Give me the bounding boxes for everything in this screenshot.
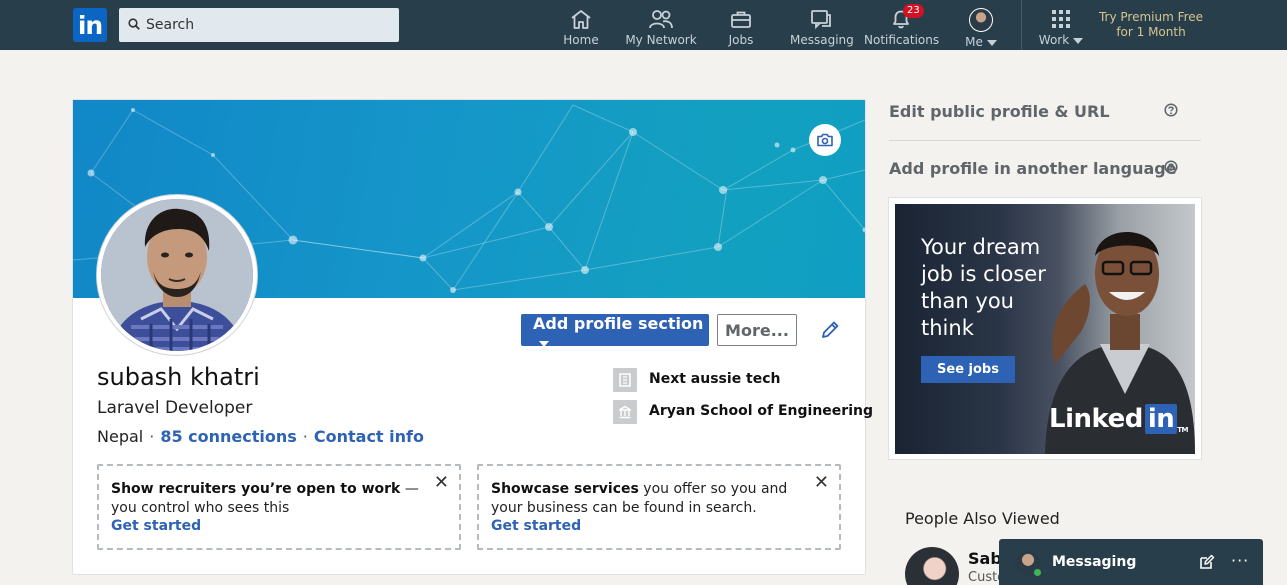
search-bar[interactable]	[119, 8, 399, 42]
nav-divider	[1021, 0, 1022, 50]
ad-line-1: Your dream	[921, 235, 1041, 259]
briefcase-icon	[731, 11, 751, 28]
nav-notifications[interactable]: 23 Notifications	[864, 0, 940, 50]
search-input[interactable]	[146, 8, 391, 42]
edit-public-profile-link[interactable]: Edit public profile & URL	[889, 102, 1110, 121]
nav-work-label: Work	[1038, 33, 1070, 47]
contact-info-link[interactable]: Contact info	[314, 427, 424, 446]
nav-home-label: Home	[563, 33, 599, 47]
open-to-work-get-started-link[interactable]: Get started	[111, 518, 201, 534]
nav-jobs[interactable]: Jobs	[722, 0, 760, 50]
premium-link[interactable]: Try Premium Free for 1 Month	[1092, 10, 1210, 40]
add-profile-section-button[interactable]: Add profile section	[521, 314, 709, 347]
people-also-viewed-title: People Also Viewed	[905, 509, 1060, 528]
job-ad[interactable]: Your dream job is closer than you think …	[888, 197, 1202, 460]
ad-line-3: than you	[921, 289, 1014, 313]
nav-messaging-label: Messaging	[790, 33, 854, 47]
profile-photo-image	[101, 199, 253, 351]
ad-headline: Your dream job is closer than you think	[921, 234, 1071, 342]
messaging-label: Messaging	[1052, 554, 1137, 570]
nav-home[interactable]: Home	[560, 0, 602, 50]
more-options-icon[interactable]: ···	[1231, 551, 1249, 570]
ad-line-4: think	[921, 316, 974, 340]
suggested-person-avatar[interactable]	[905, 547, 959, 585]
profile-name: subash khatri	[97, 363, 260, 391]
nav-work[interactable]: Work	[1034, 0, 1088, 50]
profile-meta-line: Nepal · 85 connections · Contact info	[97, 427, 424, 446]
top-nav: in Home My Network Jobs Messaging 23 Not…	[0, 0, 1287, 50]
ad-line-2: job is closer	[921, 262, 1046, 286]
premium-line-2: for 1 Month	[1116, 25, 1186, 39]
grid-icon	[1052, 10, 1070, 28]
network-icon	[649, 10, 673, 29]
see-jobs-button[interactable]: See jobs	[921, 356, 1015, 383]
nav-my-network-label: My Network	[625, 33, 697, 47]
wordmark-text: Linked	[1049, 404, 1143, 434]
chevron-down-icon	[539, 340, 549, 347]
home-icon	[571, 10, 591, 29]
linkedin-wordmark: Linked in TM	[1049, 404, 1188, 434]
nav-messaging[interactable]: Messaging	[790, 0, 854, 50]
more-button[interactable]: More...	[717, 314, 797, 346]
promo-2-bold: Showcase services	[491, 481, 639, 497]
profile-location: Nepal	[97, 427, 144, 446]
promo-1-bold: Show recruiters you’re open to work	[111, 481, 401, 497]
showcase-services-get-started-link[interactable]: Get started	[491, 518, 581, 534]
close-icon[interactable]: ✕	[434, 474, 449, 492]
chevron-down-icon	[1073, 37, 1084, 44]
profile-headline: Laravel Developer	[97, 398, 253, 418]
compose-icon[interactable]	[1199, 554, 1215, 570]
nav-notifications-label: Notifications	[864, 33, 940, 47]
edit-pencil-icon[interactable]	[819, 319, 841, 341]
nav-jobs-label: Jobs	[728, 33, 754, 47]
search-icon	[128, 18, 140, 30]
help-icon[interactable]	[1164, 160, 1178, 174]
online-status-indicator	[1032, 567, 1043, 578]
notification-badge: 23	[903, 4, 924, 18]
company-icon	[619, 373, 631, 387]
profile-card: Add profile section More... subash khatr…	[72, 99, 873, 575]
messaging-bar[interactable]: Messaging ···	[999, 539, 1263, 585]
add-profile-section-label: Add profile section	[533, 314, 704, 333]
edit-banner-button[interactable]	[809, 124, 841, 156]
chevron-down-icon	[986, 39, 997, 46]
nav-me[interactable]: Me	[956, 0, 1006, 50]
camera-icon	[817, 133, 833, 147]
profile-photo[interactable]	[97, 195, 257, 355]
school-icon	[619, 405, 631, 419]
rail-divider	[889, 140, 1201, 141]
messaging-icon	[811, 10, 831, 30]
help-icon[interactable]	[1164, 103, 1178, 117]
premium-line-1: Try Premium Free	[1098, 10, 1204, 24]
ad-image: Your dream job is closer than you think …	[895, 204, 1195, 454]
open-to-work-promo: Show recruiters you’re open to work — yo…	[97, 464, 461, 550]
connections-link[interactable]: 85 connections	[160, 427, 296, 446]
add-language-profile-link[interactable]: Add profile in another language	[889, 159, 1177, 178]
wordmark-in: in	[1144, 404, 1178, 434]
linkedin-logo[interactable]: in	[73, 8, 107, 42]
nav-me-label: Me	[965, 35, 983, 49]
experience-company-name: Next aussie tech	[649, 371, 781, 387]
me-avatar	[969, 8, 993, 32]
nav-my-network[interactable]: My Network	[624, 0, 698, 50]
close-icon[interactable]: ✕	[814, 474, 829, 492]
wordmark-tm: TM	[1177, 426, 1188, 434]
experience-school-name: Aryan School of Engineering	[649, 403, 873, 419]
showcase-services-promo: Showcase services you offer so you and y…	[477, 464, 841, 550]
